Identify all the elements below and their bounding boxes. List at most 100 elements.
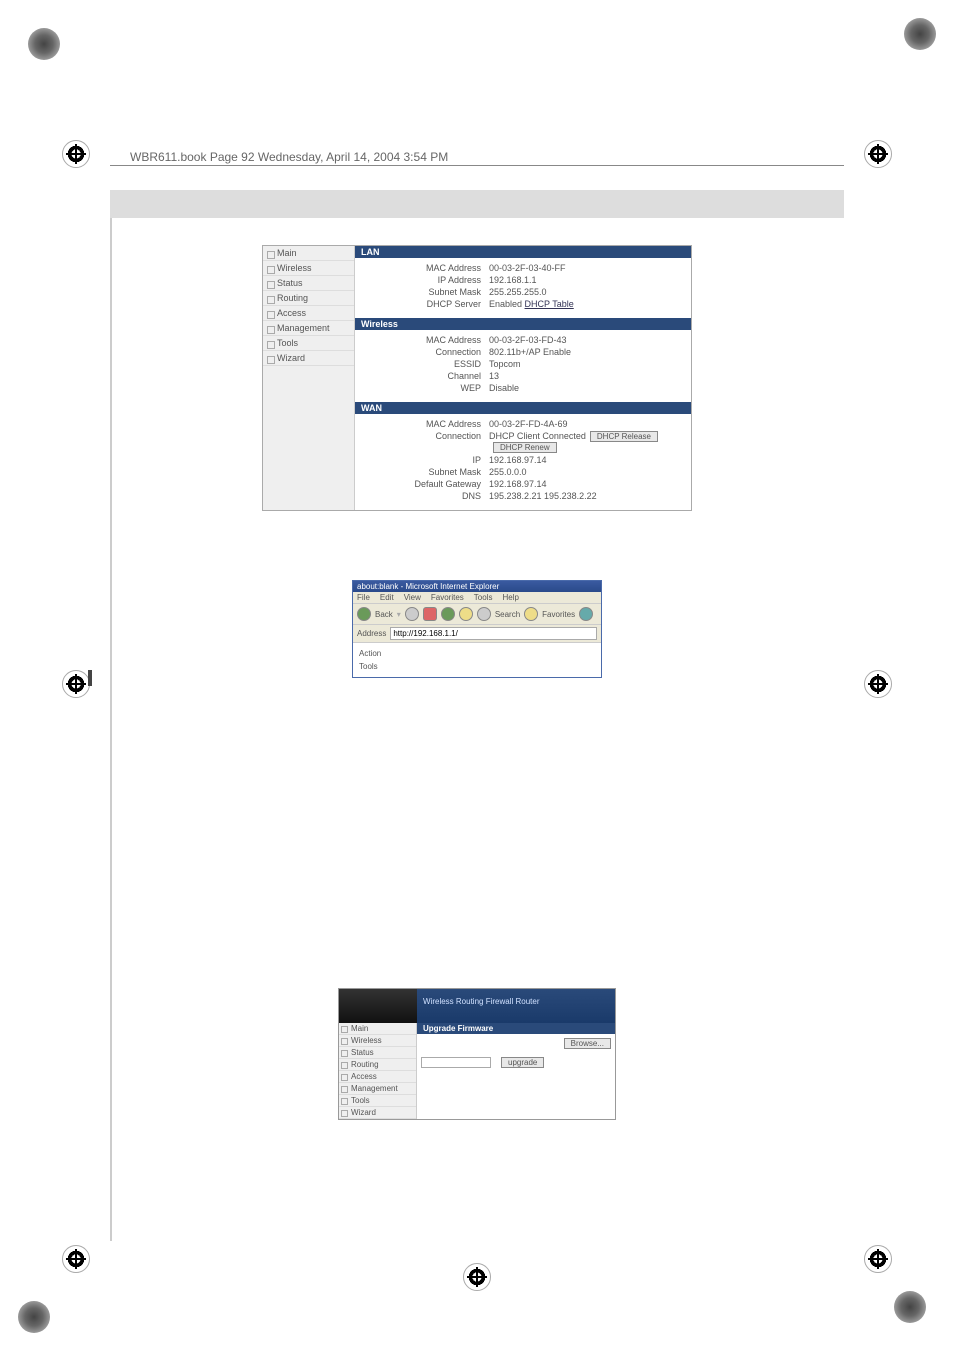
- dhcp-table-link[interactable]: DHCP Table: [525, 299, 574, 309]
- sidebar-item-status[interactable]: Status: [263, 276, 354, 291]
- sidebar-item-routing[interactable]: Routing: [263, 291, 354, 306]
- dhcp-release-button[interactable]: DHCP Release: [590, 431, 658, 442]
- lan-dhcp-label: DHCP Server: [359, 299, 489, 309]
- ie-body: Action Tools: [353, 643, 601, 677]
- crosshair-icon: [62, 670, 90, 698]
- fw-sidebar-tools[interactable]: Tools: [339, 1095, 416, 1107]
- upgrade-button[interactable]: upgrade: [501, 1057, 544, 1068]
- fw-sidebar-wireless[interactable]: Wireless: [339, 1035, 416, 1047]
- sidebar-item-wireless[interactable]: Wireless: [263, 261, 354, 276]
- page-header: WBR611.book Page 92 Wednesday, April 14,…: [130, 150, 448, 164]
- fw-sidebar-management[interactable]: Management: [339, 1083, 416, 1095]
- lan-ip-label: IP Address: [359, 275, 489, 285]
- wl-ssid-value: Topcom: [489, 359, 687, 369]
- address-input[interactable]: [390, 627, 597, 640]
- address-label: Address: [357, 629, 386, 638]
- fw-sidebar-status[interactable]: Status: [339, 1047, 416, 1059]
- dhcp-renew-button[interactable]: DHCP Renew: [493, 442, 557, 453]
- lan-subnet-value: 255.255.255.0: [489, 287, 687, 297]
- refresh-icon[interactable]: [441, 607, 455, 621]
- crosshair-icon: [864, 670, 892, 698]
- fw-sidebar-routing[interactable]: Routing: [339, 1059, 416, 1071]
- wl-conn-label: Connection: [359, 347, 489, 357]
- sidebar-item-access[interactable]: Access: [263, 306, 354, 321]
- gray-band: [110, 190, 844, 218]
- home-icon[interactable]: [459, 607, 473, 621]
- search-icon[interactable]: [477, 607, 491, 621]
- wl-wep-label: WEP: [359, 383, 489, 393]
- wan-mac-value: 00-03-2F-FD-4A-69: [489, 419, 687, 429]
- lan-subnet-label: Subnet Mask: [359, 287, 489, 297]
- crosshair-icon: [463, 1263, 491, 1291]
- body-tools: Tools: [359, 660, 595, 673]
- lan-mac-label: MAC Address: [359, 263, 489, 273]
- router-banner: Wireless Routing Firewall Router: [417, 989, 615, 1023]
- fw-sidebar-wizard[interactable]: Wizard: [339, 1107, 416, 1119]
- favorites-label[interactable]: Favorites: [542, 610, 575, 619]
- ie-menubar: File Edit View Favorites Tools Help: [353, 592, 601, 604]
- lan-mac-value: 00-03-2F-03-40-FF: [489, 263, 687, 273]
- fw-sidebar-main[interactable]: Main: [339, 1023, 416, 1035]
- menu-help[interactable]: Help: [502, 593, 518, 602]
- browse-button[interactable]: Browse...: [564, 1038, 611, 1049]
- search-label[interactable]: Search: [495, 610, 520, 619]
- wl-ssid-label: ESSID: [359, 359, 489, 369]
- crosshair-icon: [864, 1245, 892, 1273]
- wl-chan-label: Channel: [359, 371, 489, 381]
- header-rule: [110, 165, 844, 183]
- favorites-icon[interactable]: [524, 607, 538, 621]
- menu-edit[interactable]: Edit: [380, 593, 394, 602]
- crosshair-icon: [62, 140, 90, 168]
- menu-tools[interactable]: Tools: [474, 593, 493, 602]
- crosshair-icon: [62, 1245, 90, 1273]
- lan-ip-value: 192.168.1.1: [489, 275, 687, 285]
- fw-sidebar-access[interactable]: Access: [339, 1071, 416, 1083]
- vertical-caret-mark: [88, 670, 92, 686]
- wan-gw-label: Default Gateway: [359, 479, 489, 489]
- print-registration-mark: [894, 1291, 926, 1323]
- wl-mac-value: 00-03-2F-03-FD-43: [489, 335, 687, 345]
- menu-file[interactable]: File: [357, 593, 370, 602]
- wl-wep-value: Disable: [489, 383, 687, 393]
- crosshair-icon: [864, 140, 892, 168]
- wan-ip-label: IP: [359, 455, 489, 465]
- sidebar-item-main[interactable]: Main: [263, 246, 354, 261]
- router-status-screenshot: Main Wireless Status Routing Access Mana…: [262, 245, 692, 511]
- print-registration-mark: [18, 1301, 50, 1333]
- wan-conn-label: Connection: [359, 431, 489, 453]
- ie-toolbar: Back ▾ Search Favorites: [353, 604, 601, 625]
- section-wireless-header: Wireless: [355, 318, 691, 330]
- router-sidebar: Main Wireless Status Routing Access Mana…: [263, 246, 355, 510]
- body-action: Action: [359, 647, 595, 660]
- print-registration-mark: [904, 18, 936, 50]
- wan-mac-label: MAC Address: [359, 419, 489, 429]
- stop-icon[interactable]: [423, 607, 437, 621]
- wan-subnet-label: Subnet Mask: [359, 467, 489, 477]
- wan-gw-value: 192.168.97.14: [489, 479, 687, 489]
- back-label[interactable]: Back: [375, 610, 393, 619]
- ie-addressbar: Address: [353, 625, 601, 643]
- back-icon[interactable]: [357, 607, 371, 621]
- wan-dns-label: DNS: [359, 491, 489, 501]
- print-registration-mark: [28, 28, 60, 60]
- forward-icon[interactable]: [405, 607, 419, 621]
- media-icon[interactable]: [579, 607, 593, 621]
- ie-window: about:blank - Microsoft Internet Explore…: [352, 580, 602, 678]
- section-lan-header: LAN: [355, 246, 691, 258]
- lan-dhcp-value: Enabled: [489, 299, 522, 309]
- wl-chan-value: 13: [489, 371, 687, 381]
- router-logo: [339, 989, 417, 1023]
- firmware-file-input[interactable]: [421, 1057, 491, 1068]
- section-wan-header: WAN: [355, 402, 691, 414]
- firmware-screenshot: Wireless Routing Firewall Router Main Wi…: [338, 988, 616, 1120]
- sidebar-item-tools[interactable]: Tools: [263, 336, 354, 351]
- left-margin-line: [110, 218, 112, 1241]
- menu-view[interactable]: View: [404, 593, 421, 602]
- fw-sidebar: Main Wireless Status Routing Access Mana…: [339, 1023, 417, 1119]
- upgrade-firmware-header: Upgrade Firmware: [417, 1023, 615, 1034]
- menu-favorites[interactable]: Favorites: [431, 593, 464, 602]
- wl-mac-label: MAC Address: [359, 335, 489, 345]
- sidebar-item-management[interactable]: Management: [263, 321, 354, 336]
- sidebar-item-wizard[interactable]: Wizard: [263, 351, 354, 366]
- wan-subnet-value: 255.0.0.0: [489, 467, 687, 477]
